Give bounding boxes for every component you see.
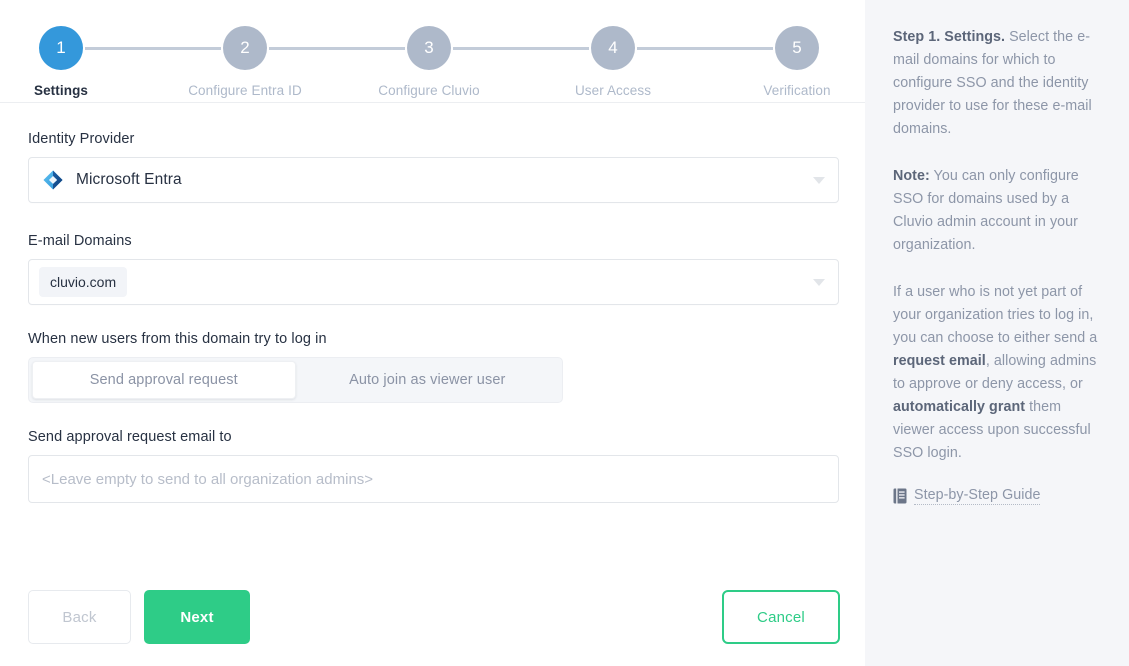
stepper-step-settings[interactable]: 1 Settings [0, 26, 141, 98]
chevron-down-icon[interactable] [813, 279, 825, 286]
wizard-footer: Back Next Cancel [0, 590, 865, 644]
stepper-step-number: 3 [407, 26, 451, 70]
help-step-title: Step 1. Settings. [893, 29, 1006, 45]
help-paragraph-step-info: Step 1. Settings. Select the e-mail doma… [893, 26, 1101, 141]
stepper-step-label: User Access [574, 83, 652, 98]
help-policy-part1: If a user who is not yet part of your or… [893, 284, 1098, 346]
segment-send-approval-request[interactable]: Send approval request [32, 361, 296, 399]
help-paragraph-note: Note: You can only configure SSO for dom… [893, 165, 1101, 257]
stepper-step-configure-entra-id[interactable]: 2 Configure Entra ID [165, 26, 325, 98]
approval-email-input[interactable] [28, 455, 839, 503]
stepper-step-number: 1 [39, 26, 83, 70]
identity-provider-value: Microsoft Entra [76, 171, 182, 188]
microsoft-entra-logo-icon [43, 170, 63, 190]
chevron-down-icon[interactable] [813, 177, 825, 184]
stepper-step-number: 5 [775, 26, 819, 70]
stepper-connector [269, 47, 405, 50]
book-icon [893, 488, 907, 504]
wizard-stepper: 1 Settings 2 Configure Entra ID 3 Configure C… [0, 0, 865, 103]
help-note-title: Note: [893, 168, 930, 184]
stepper-step-verification[interactable]: 5 Verification [717, 26, 877, 98]
stepper-connector [85, 47, 221, 50]
stepper-step-label: Configure Cluvio [378, 83, 480, 98]
stepper-step-user-access[interactable]: 4 User Access [533, 26, 693, 98]
email-domain-tag[interactable]: cluvio.com [39, 267, 128, 297]
new-user-policy-label: When new users from this domain try to l… [28, 331, 327, 347]
stepper-step-configure-cluvio[interactable]: 3 Configure Cluvio [349, 26, 509, 98]
help-policy-bold1: request email [893, 353, 986, 369]
settings-form: Identity Provider Microsoft Entra E-mail… [0, 103, 865, 503]
stepper-connector [637, 47, 773, 50]
help-sidebar: Step 1. Settings. Select the e-mail doma… [865, 0, 1129, 666]
stepper-step-number: 2 [223, 26, 267, 70]
new-user-policy-toggle-group[interactable]: Send approval request Auto join as viewe… [28, 357, 563, 403]
help-step-body: Select the e-mail domains for which to c… [893, 29, 1092, 137]
help-policy-bold2: automatically grant [893, 399, 1026, 415]
stepper-step-label: Configure Entra ID [188, 83, 302, 98]
help-paragraph-policy: If a user who is not yet part of your or… [893, 281, 1101, 465]
email-domains-label: E-mail Domains [28, 233, 132, 249]
stepper-step-number: 4 [591, 26, 635, 70]
step-by-step-guide-row[interactable]: Step-by-Step Guide [893, 487, 1041, 505]
stepper-step-label: Verification [763, 83, 831, 98]
back-button[interactable]: Back [28, 590, 131, 644]
identity-provider-select[interactable]: Microsoft Entra [28, 157, 839, 203]
cancel-button[interactable]: Cancel [722, 590, 840, 644]
identity-provider-label: Identity Provider [28, 131, 135, 147]
approval-email-label: Send approval request email to [28, 429, 232, 445]
email-domains-select[interactable]: cluvio.com [28, 259, 839, 305]
step-by-step-guide-link[interactable]: Step-by-Step Guide [914, 487, 1041, 505]
main-content-column: 1 Settings 2 Configure Entra ID 3 Configure C… [0, 0, 865, 666]
stepper-connector [453, 47, 589, 50]
sso-setup-wizard: 1 Settings 2 Configure Entra ID 3 Configure C… [0, 0, 1129, 666]
stepper-track: 1 Settings 2 Configure Entra ID 3 Configure C… [0, 0, 865, 102]
segment-auto-join-viewer[interactable]: Auto join as viewer user [296, 361, 560, 399]
next-button[interactable]: Next [144, 590, 250, 644]
stepper-step-label: Settings [33, 83, 89, 98]
